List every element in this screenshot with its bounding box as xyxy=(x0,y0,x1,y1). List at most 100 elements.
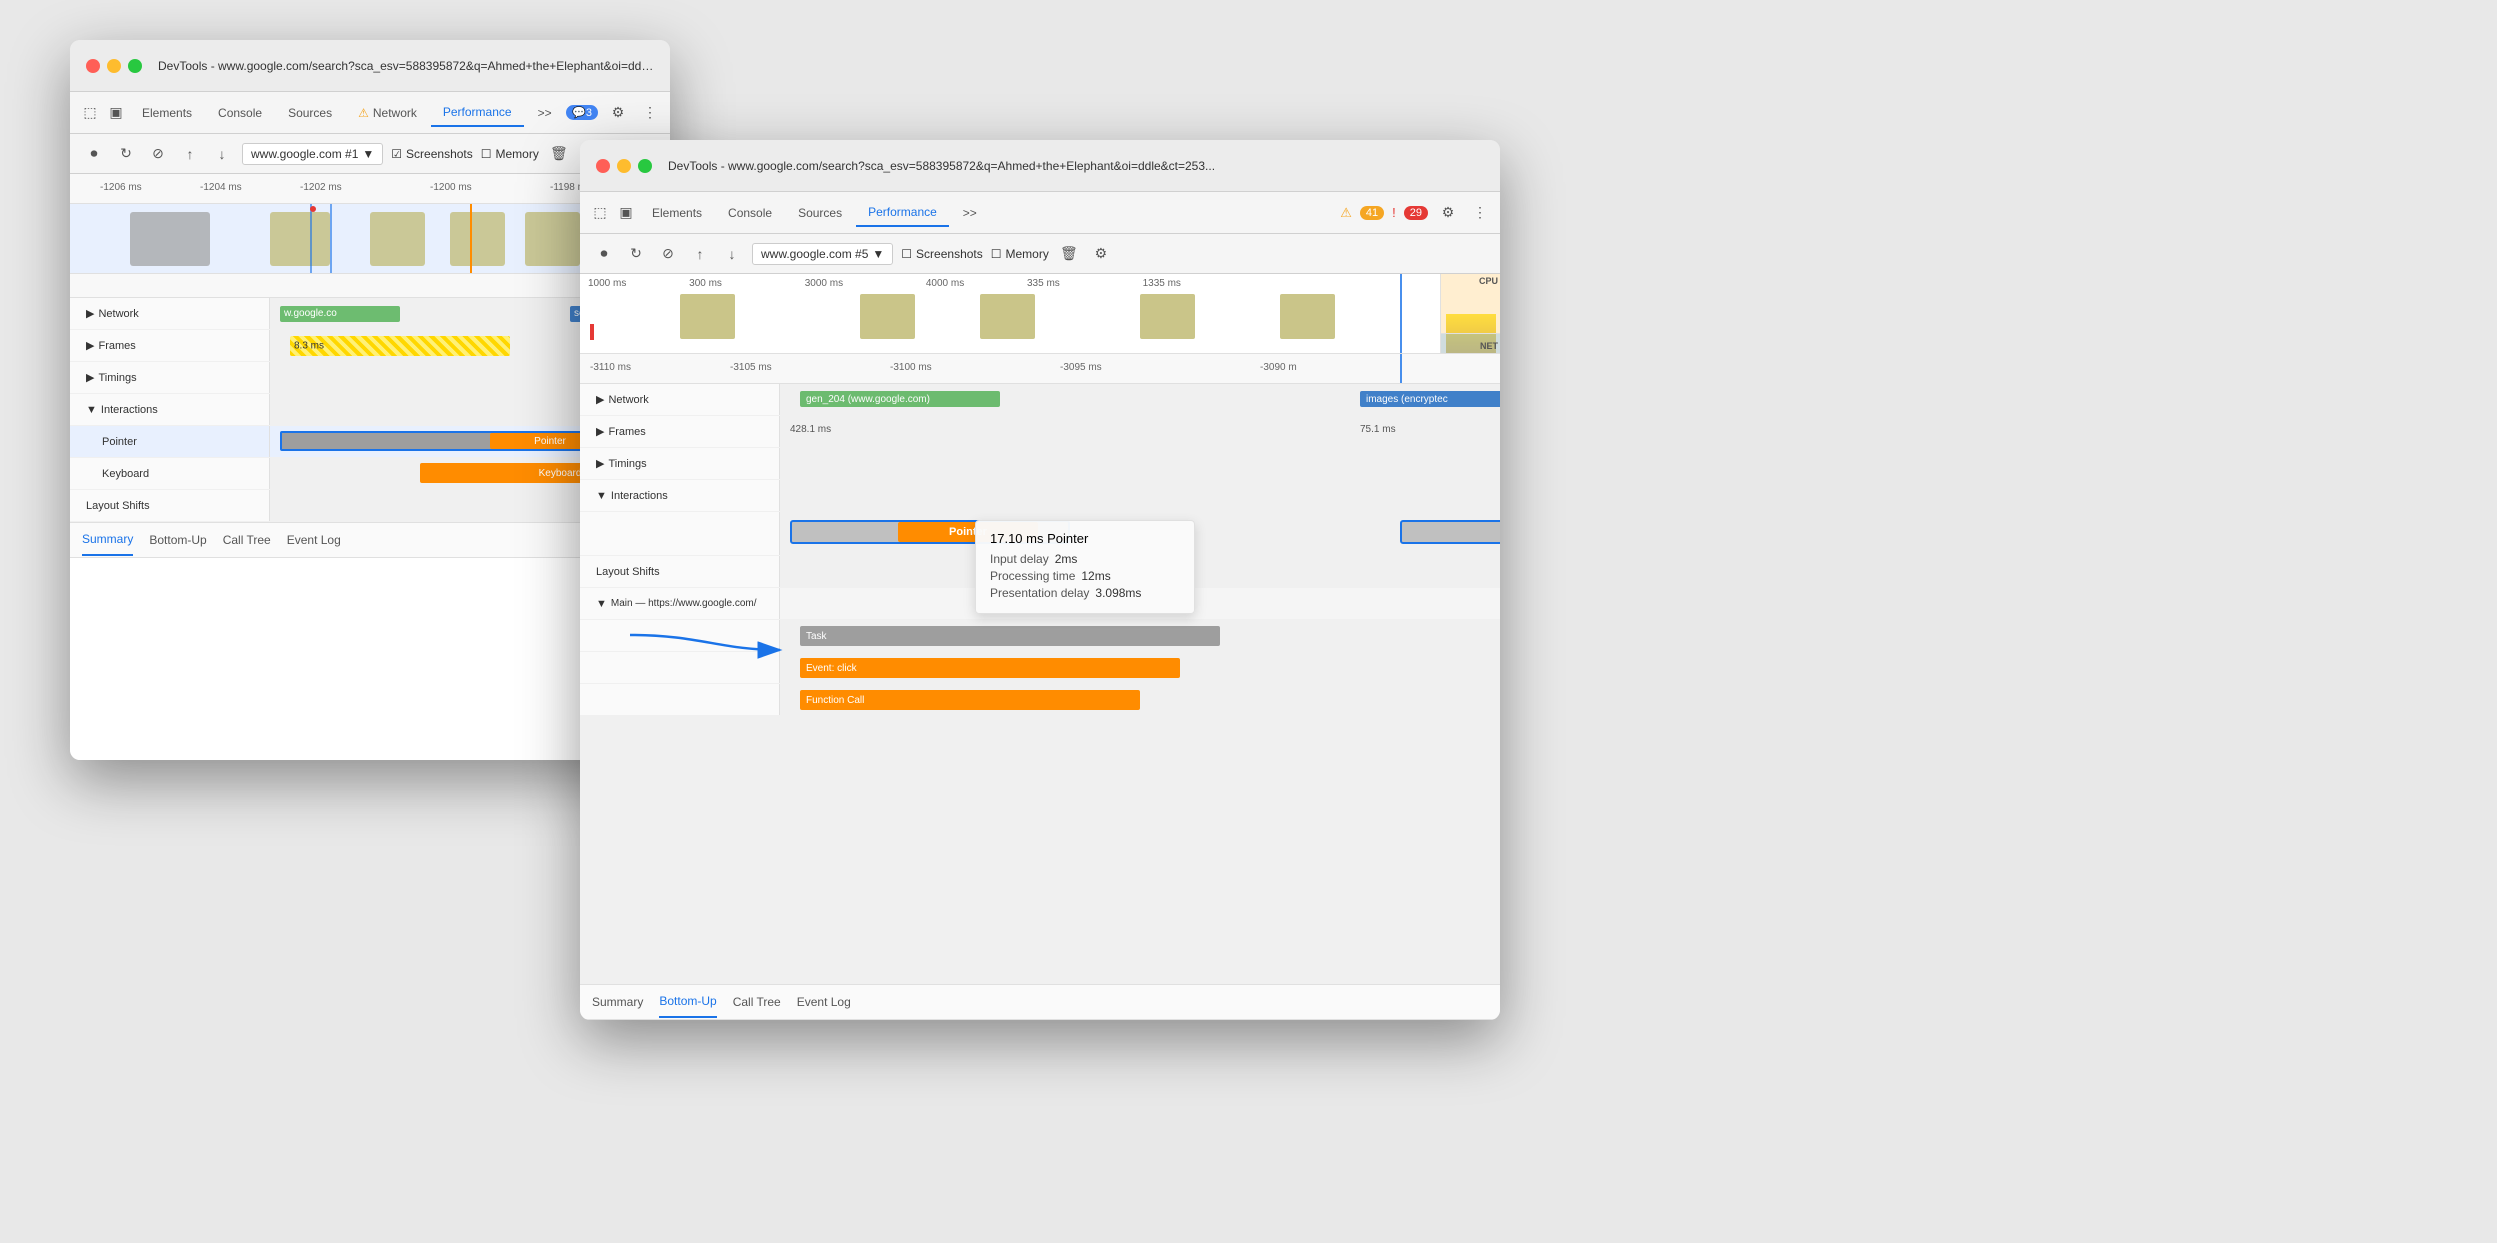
upload-btn-1[interactable]: ↑ xyxy=(178,142,202,166)
close-button-2[interactable] xyxy=(596,159,610,173)
pointer-bar-right xyxy=(1400,520,1500,544)
tab-sources-1[interactable]: Sources xyxy=(276,100,344,126)
clear-btn-1[interactable]: ⊘ xyxy=(146,142,170,166)
settings-icon-1[interactable]: ⚙ xyxy=(606,101,630,125)
btab-summary-1[interactable]: Summary xyxy=(82,524,133,556)
tooltip-processing-label: Processing time xyxy=(990,569,1075,583)
more-icon-1[interactable]: ⋮ xyxy=(638,101,662,125)
network-label-2: ▶ Network xyxy=(580,384,780,415)
btab-calltree-2[interactable]: Call Tree xyxy=(733,987,781,1017)
triangle-down-interactions: ▼ xyxy=(86,404,97,416)
task-bar: Task xyxy=(800,626,1220,646)
memory-checkbox-1[interactable]: ☐Memory xyxy=(481,147,539,161)
track-frames-2: ▶ Frames 428.1 ms 75.1 ms xyxy=(580,416,1500,448)
interactions-hdr-label-2: ▼ Interactions xyxy=(580,480,780,511)
btab-eventlog-2[interactable]: Event Log xyxy=(797,987,851,1017)
task-label xyxy=(580,620,780,651)
network-images-label: images (encryptec xyxy=(1360,394,1448,405)
maximize-button-1[interactable] xyxy=(128,59,142,73)
btab-bottomup-1[interactable]: Bottom-Up xyxy=(149,525,206,555)
minimize-button-1[interactable] xyxy=(107,59,121,73)
tri-network-2: ▶ xyxy=(596,393,604,406)
screenshots-checkbox-1[interactable]: ☑Screenshots xyxy=(391,147,472,161)
function-call-content: Function Call xyxy=(780,684,1500,715)
close-button-1[interactable] xyxy=(86,59,100,73)
event-click-content: Event: click xyxy=(780,652,1500,683)
task-content: Task xyxy=(780,620,1500,651)
tooltip-input-delay-value: 2ms xyxy=(1055,552,1078,566)
thumb-5 xyxy=(1280,294,1335,339)
btab-summary-2[interactable]: Summary xyxy=(592,987,643,1017)
record-btn-2[interactable]: ⏺ xyxy=(592,242,616,266)
frames-bar-1: 8.3 ms xyxy=(290,336,510,356)
screenshots-checkbox-2[interactable]: ☐Screenshots xyxy=(901,247,982,261)
task-bar-label: Task xyxy=(806,631,827,642)
btab-eventlog-1[interactable]: Event Log xyxy=(287,525,341,555)
memory-checkbox-2[interactable]: ☐Memory xyxy=(991,247,1049,261)
tab-sources-2[interactable]: Sources xyxy=(786,200,854,226)
url-dropdown-2[interactable]: www.google.com #5 ▼ xyxy=(752,243,893,265)
thumb-4 xyxy=(1140,294,1195,339)
device-icon[interactable]: ▣ xyxy=(104,101,128,125)
tooltip-input-delay-label: Input delay xyxy=(990,552,1049,566)
more-icon-2[interactable]: ⋮ xyxy=(1468,201,1492,225)
download-btn-2[interactable]: ↓ xyxy=(720,242,744,266)
tick-3: -1202 ms xyxy=(300,182,342,193)
reload-btn-1[interactable]: ↻ xyxy=(114,142,138,166)
window-2: DevTools - www.google.com/search?sca_esv… xyxy=(580,140,1500,1020)
trash-btn-1[interactable]: 🗑 xyxy=(547,142,571,166)
tick2-2: -3105 ms xyxy=(730,362,772,373)
settings-btn-2[interactable]: ⚙ xyxy=(1089,242,1113,266)
tick2-4: -3095 ms xyxy=(1060,362,1102,373)
tab-performance-2[interactable]: Performance xyxy=(856,199,949,227)
net-area: NET xyxy=(1440,333,1500,353)
tick-1335: 1335 ms xyxy=(1143,278,1181,289)
frames-content-2: 428.1 ms 75.1 ms xyxy=(780,416,1500,447)
tick2-1: -3110 ms xyxy=(590,362,631,373)
btab-bottomup-2[interactable]: Bottom-Up xyxy=(659,986,716,1018)
tab-console-1[interactable]: Console xyxy=(206,100,274,126)
tab-performance-1[interactable]: Performance xyxy=(431,99,524,127)
settings-icon-2[interactable]: ⚙ xyxy=(1436,201,1460,225)
thumb-2 xyxy=(860,294,915,339)
net-label: NET xyxy=(1480,341,1498,351)
tri-main: ▼ xyxy=(596,598,607,610)
record-btn-1[interactable]: ⏺ xyxy=(82,142,106,166)
tri-frames-2: ▶ xyxy=(596,425,604,438)
tab-network-1[interactable]: ⚠ Network xyxy=(346,100,429,126)
tab-elements-2[interactable]: Elements xyxy=(640,200,714,226)
minimize-button-2[interactable] xyxy=(617,159,631,173)
track-task: Task xyxy=(580,620,1500,652)
tick-300: 300 ms xyxy=(689,278,722,289)
tick-1000: 1000 ms xyxy=(588,278,626,289)
window-title-1: DevTools - www.google.com/search?sca_esv… xyxy=(158,59,654,73)
device-icon-2[interactable]: ▣ xyxy=(614,201,638,225)
window-title-2: DevTools - www.google.com/search?sca_esv… xyxy=(668,159,1484,173)
upload-btn-2[interactable]: ↑ xyxy=(688,242,712,266)
trash-btn-2[interactable]: 🗑 xyxy=(1057,242,1081,266)
inspector-icon-2[interactable]: ⬚ xyxy=(588,201,612,225)
event-click-label xyxy=(580,652,780,683)
tab-elements-1[interactable]: Elements xyxy=(130,100,204,126)
clear-btn-2[interactable]: ⊘ xyxy=(656,242,680,266)
network-gen-label: gen_204 (www.google.com) xyxy=(800,394,930,405)
tab-console-2[interactable]: Console xyxy=(716,200,784,226)
triangle-right-network: ▶ xyxy=(86,307,94,320)
track-event-click: Event: click xyxy=(580,652,1500,684)
tab-more-1[interactable]: >> xyxy=(526,100,564,126)
function-call-label xyxy=(580,684,780,715)
btab-calltree-1[interactable]: Call Tree xyxy=(223,525,271,555)
frames-label-2: ▶ Frames xyxy=(580,416,780,447)
inspector-icon[interactable]: ⬚ xyxy=(78,101,102,125)
triangle-right-frames: ▶ xyxy=(86,339,94,352)
reload-btn-2[interactable]: ↻ xyxy=(624,242,648,266)
tick2-5: -3090 m xyxy=(1260,362,1297,373)
tab-more-2[interactable]: >> xyxy=(951,200,989,226)
download-btn-1[interactable]: ↓ xyxy=(210,142,234,166)
url-dropdown-1[interactable]: www.google.com #1 ▼ xyxy=(242,143,383,165)
frames-label-1: ▶ Frames xyxy=(70,330,270,361)
frames-time2-2: 75.1 ms xyxy=(1360,424,1396,435)
keyboard-label-1: Keyboard xyxy=(70,458,270,489)
badge-warning-2: 41 xyxy=(1360,206,1384,220)
maximize-button-2[interactable] xyxy=(638,159,652,173)
